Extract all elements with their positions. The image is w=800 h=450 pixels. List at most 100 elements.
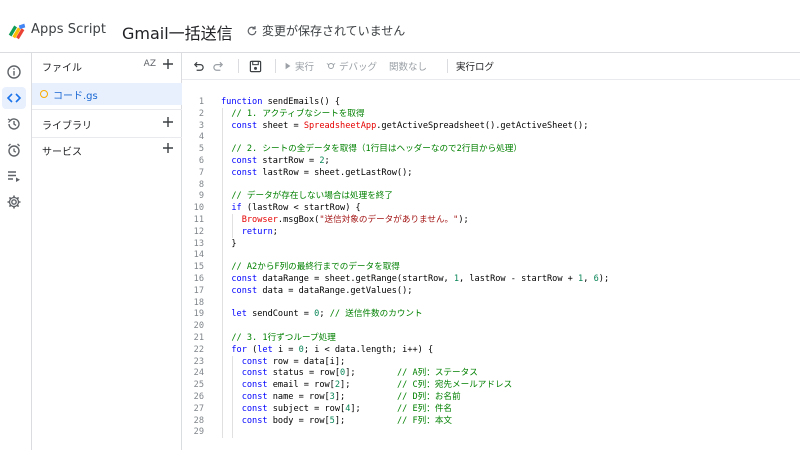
info-icon (7, 65, 21, 79)
line-source: Browser.msgBox("送信対象のデータがありません。"); (241, 215, 469, 225)
editor-button[interactable] (2, 87, 26, 109)
line-number: 14 (193, 250, 204, 261)
line-number: 16 (193, 274, 204, 284)
code-line[interactable]: 19 let sendCount = 0; // 送信件数のカウント (182, 308, 800, 320)
line-source: const row = data[i]; (241, 356, 346, 367)
toolbar-separator (275, 59, 276, 73)
code-line[interactable]: 16 const dataRange = sheet.getRange(star… (182, 273, 800, 285)
line-source: const data = dataRange.getValues(); (231, 285, 413, 296)
settings-button[interactable] (2, 191, 26, 213)
line-source: let sendCount = 0; // 送信件数のカウント (231, 309, 423, 320)
overview-button[interactable] (2, 61, 26, 83)
code-line[interactable]: 12 return; (182, 226, 800, 238)
code-line[interactable]: 15 // A2からF列の最終行までのデータを取得 (182, 261, 800, 273)
code-line[interactable]: 1 function sendEmails() { (182, 96, 800, 108)
line-number: 27 (193, 403, 204, 414)
save-button[interactable] (247, 58, 263, 74)
code-editor[interactable]: 1 function sendEmails() {2 // 1. アクティブなシー… (182, 79, 800, 450)
sort-az-button[interactable]: AZ (144, 59, 156, 69)
undo-icon (193, 61, 204, 71)
line-number: 9 (198, 191, 204, 202)
execution-log-button[interactable]: 実行ログ (456, 59, 494, 73)
executions-button[interactable] (2, 165, 26, 187)
history-button[interactable] (2, 113, 26, 135)
add-service-icon[interactable] (162, 142, 174, 154)
code-line[interactable]: 6 const startRow = 2; (182, 155, 800, 167)
line-source: // 3. 1行ずつループ処理 (231, 333, 336, 343)
line-number: 1 (198, 97, 204, 107)
add-file-icon[interactable] (162, 58, 174, 70)
function-select-value: 関数なし (389, 62, 428, 73)
toolbar-separator (447, 59, 449, 73)
line-source: const dataRange = sheet.getRange(startRo… (231, 274, 610, 284)
code-line[interactable]: 8 (182, 179, 800, 191)
project-title[interactable]: Gmail一括送信 (122, 20, 233, 44)
code-line[interactable]: 3 const sheet = SpreadsheetApp.getActive… (182, 120, 800, 132)
toolbar-separator (238, 59, 239, 73)
file-item-code-gs[interactable]: コード.gs (32, 83, 182, 105)
line-number: 20 (193, 321, 204, 332)
code-line[interactable]: 26 const name = row[3]; // D列：お名前 (182, 391, 800, 403)
line-source: const body = row[5]; // F列：本文 (241, 415, 453, 426)
code-line[interactable]: 14 (182, 249, 800, 261)
code-line[interactable]: 25 const email = row[2]; // C列：宛先メールアドレス (182, 379, 800, 391)
code-line[interactable]: 21 // 3. 1行ずつループ処理 (182, 332, 800, 344)
gear-icon (7, 195, 21, 209)
debug-button[interactable]: デバッグ (326, 59, 377, 73)
code-line[interactable]: 2 // 1. アクティブなシートを取得 (182, 108, 800, 120)
line-number: 22 (193, 344, 204, 355)
code-line[interactable]: 13 } (182, 238, 800, 250)
code-line[interactable]: 20 (182, 320, 800, 332)
file-name: コード.gs (53, 90, 98, 102)
line-number: 21 (193, 333, 204, 343)
line-source: const lastRow = sheet.getLastRow(); (231, 167, 413, 178)
code-line[interactable]: 28 const body = row[5]; // F列：本文 (182, 415, 800, 427)
undo-button[interactable] (190, 58, 206, 74)
line-number: 26 (193, 392, 204, 402)
save-status-text: 変更が保存されていません (262, 24, 406, 38)
run-button[interactable]: 実行 (284, 59, 314, 73)
code-line[interactable]: 23 const row = data[i]; (182, 356, 800, 368)
play-icon (285, 62, 291, 70)
code-line[interactable]: 10 if (lastRow < startRow) { (182, 202, 800, 214)
code-line[interactable]: 9 // データが存在しない場合は処理を終了 (182, 190, 800, 202)
save-status: 変更が保存されていません (246, 22, 405, 39)
line-source: const name = row[3]; // D列：お名前 (241, 392, 461, 402)
add-library-icon[interactable] (162, 116, 174, 128)
libraries-row[interactable]: ライブラリ (32, 111, 182, 137)
code-line[interactable]: 22 for (let i = 0; i < data.length; i++)… (182, 344, 800, 356)
code-line[interactable]: 17 const data = dataRange.getValues(); (182, 285, 800, 297)
code-line[interactable]: 5 // 2. シートの全データを取得（1行目はヘッダーなので2行目から処理） (182, 143, 800, 155)
line-number: 13 (193, 238, 204, 249)
line-number: 29 (193, 427, 204, 438)
services-row[interactable]: サービス (32, 137, 182, 163)
debug-label: デバッグ (339, 62, 378, 73)
line-number: 25 (193, 380, 204, 391)
line-source: for (let i = 0; i < data.length; i++) { (231, 344, 434, 355)
code-line[interactable]: 18 (182, 297, 800, 309)
code-line[interactable]: 27 const subject = row[4]; // E列：件名 (182, 403, 800, 415)
line-source: if (lastRow < startRow) { (231, 203, 361, 214)
history-icon (7, 118, 20, 130)
code-line[interactable]: 29 (182, 426, 800, 438)
line-number: 11 (193, 215, 204, 225)
line-number: 3 (198, 120, 204, 131)
redo-button[interactable] (210, 58, 226, 74)
line-source: function sendEmails() { (221, 97, 341, 107)
line-number: 19 (193, 309, 204, 320)
triggers-button[interactable] (2, 139, 26, 161)
code-line[interactable]: 7 const lastRow = sheet.getLastRow(); (182, 167, 800, 179)
redo-icon (212, 61, 223, 71)
apps-script-logo-icon[interactable] (6, 20, 28, 42)
line-number: 17 (193, 285, 204, 296)
line-number: 5 (198, 144, 204, 155)
app-name[interactable]: Apps Script (31, 22, 106, 37)
function-select[interactable]: 関数なし (389, 59, 427, 73)
code-line[interactable]: 11 Browser.msgBox("送信対象のデータがありません。"); (182, 214, 800, 226)
line-source: // 2. シートの全データを取得（1行目はヘッダーなので2行目から処理） (231, 144, 522, 155)
line-number: 12 (193, 226, 204, 237)
code-line[interactable]: 4 (182, 131, 800, 143)
top-header: Apps Script Gmail一括送信 変更が保存されていません (0, 0, 800, 53)
libraries-label: ライブラリ (42, 120, 92, 132)
code-line[interactable]: 24 const status = row[0]; // A列：ステータス (182, 367, 800, 379)
